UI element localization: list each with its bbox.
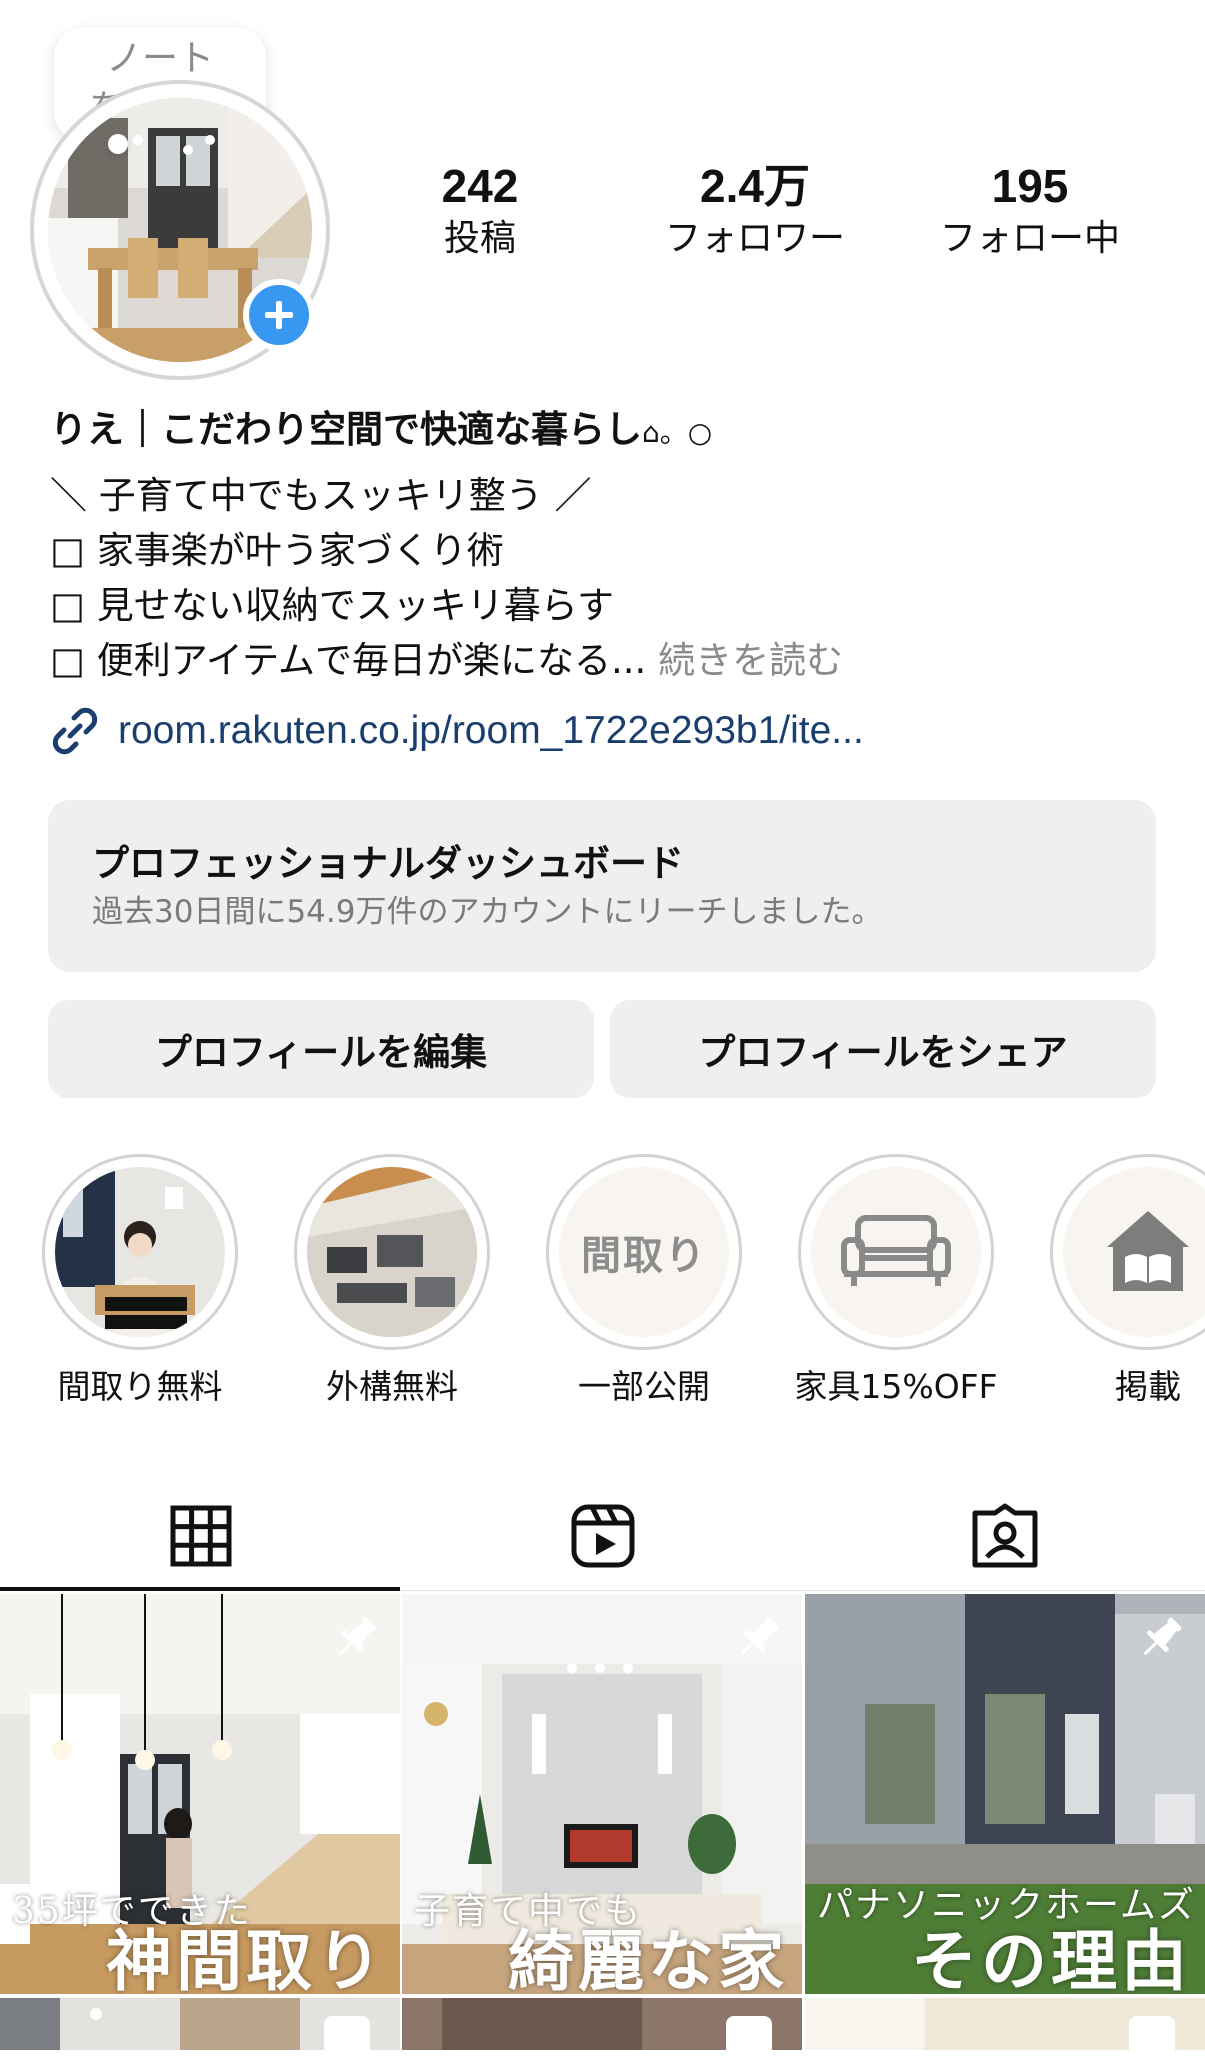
tab-reels[interactable]	[402, 1480, 804, 1592]
stat-followers-label: フォロワー	[664, 218, 845, 259]
post-image	[805, 1998, 1205, 2058]
link-icon	[52, 707, 98, 755]
post-tile-4[interactable]	[0, 1998, 400, 2058]
tab-posts-grid[interactable]	[0, 1480, 402, 1592]
highlight-ring	[42, 1154, 238, 1350]
highlight-ring	[294, 1154, 490, 1350]
pin-icon	[338, 1617, 377, 1656]
plus-icon	[265, 301, 293, 329]
highlight-furniture[interactable]: 家具15%OFF	[794, 1154, 998, 1406]
share-profile-button[interactable]: プロフィールをシェア	[610, 1000, 1156, 1098]
stat-followers-count: 2.4万	[700, 160, 810, 212]
post-caption-large: 綺麗な家	[508, 1922, 788, 1994]
profile-name-text: りえ｜こだわり空間で快適な暮らし	[50, 408, 642, 451]
highlight-ring	[1050, 1154, 1205, 1350]
post-caption-small: パナソニックホームズ	[817, 1885, 1196, 1926]
bio-line-4-text: □ 便利アイテムで毎日が楽になる...	[50, 639, 647, 682]
highlight-label: 一部公開	[578, 1367, 710, 1406]
highlight-featured[interactable]: 掲載	[1048, 1154, 1205, 1406]
dashboard-subtitle: 過去30日間に54.9万件のアカウントにリーチしました。	[92, 894, 883, 930]
post-tile-2[interactable]: 子育て中でも 綺麗な家	[402, 1594, 802, 1994]
pin-icon	[1143, 1617, 1182, 1656]
highlight-cover	[307, 1167, 477, 1337]
highlight-gaikou-free[interactable]: 外構無料	[292, 1154, 492, 1406]
post-image	[402, 1998, 802, 2058]
tagged-icon	[972, 1503, 1038, 1568]
edit-profile-button[interactable]: プロフィールを編集	[48, 1000, 594, 1098]
post-tile-3[interactable]: パナソニックホームズ その理由	[805, 1594, 1205, 1994]
stat-posts[interactable]: 242 投稿	[350, 160, 610, 264]
bio-line-3: □ 見せない収納でスッキリ暮らす	[50, 584, 614, 627]
highlight-ring: 間取り	[546, 1154, 742, 1350]
stat-following-label: フォロー中	[939, 218, 1120, 259]
bottom-edge	[0, 2050, 1205, 2072]
highlight-label: 家具15%OFF	[794, 1367, 998, 1406]
note-line-1: ノート	[105, 38, 214, 79]
stat-following-count: 195	[991, 160, 1069, 212]
post-caption-large: その理由	[911, 1922, 1191, 1994]
post-tile-6[interactable]	[805, 1998, 1205, 2058]
read-more-link[interactable]: 続きを読む	[658, 639, 843, 682]
tab-tagged[interactable]	[804, 1480, 1205, 1592]
highlight-cover	[55, 1167, 225, 1337]
stat-posts-label: 投稿	[443, 218, 516, 259]
highlight-madori-free[interactable]: 間取り無料	[40, 1154, 240, 1406]
highlight-cover	[811, 1167, 981, 1337]
dashboard-title: プロフェッショナルダッシュボード	[92, 842, 684, 885]
highlight-cover: 間取り	[559, 1167, 729, 1337]
profile-tabs	[0, 1480, 1205, 1592]
highlight-label: 外構無料	[326, 1367, 458, 1406]
bio-line-2: □ 家事楽が叶う家づくり術	[50, 529, 504, 572]
highlight-label: 掲載	[1115, 1367, 1181, 1406]
tab-active-indicator	[0, 1587, 400, 1591]
professional-dashboard[interactable]: プロフェッショナルダッシュボード 過去30日間に54.9万件のアカウントにリーチ…	[48, 800, 1156, 972]
highlight-partial[interactable]: 間取り 一部公開	[544, 1154, 744, 1406]
bio-line-1: ＼ 子育て中でもスッキリ整う ／	[50, 474, 592, 517]
note-tail-dot	[108, 134, 128, 154]
post-caption-large: 神間取り	[106, 1922, 386, 1994]
post-tile-1[interactable]: 35坪でできた 神間取り	[0, 1594, 400, 1994]
post-image	[0, 1998, 400, 2058]
grid-icon	[170, 1505, 232, 1567]
highlight-cover	[1063, 1167, 1205, 1337]
floorplan-text-icon: 間取り	[581, 1233, 707, 1279]
add-story-button[interactable]	[243, 279, 315, 351]
profile-name-suffix: ⌂。○	[642, 416, 713, 449]
pin-icon	[740, 1617, 779, 1656]
stat-posts-count: 242	[441, 160, 519, 212]
bio-link-text: room.rakuten.co.jp/room_1722e293b1/ite..…	[118, 709, 864, 752]
reels-icon	[571, 1504, 635, 1568]
profile-name: りえ｜こだわり空間で快適な暮らし⌂。○	[50, 404, 712, 459]
post-tile-5[interactable]	[402, 1998, 802, 2058]
sofa-icon	[841, 1215, 951, 1286]
stat-following[interactable]: 195 フォロー中	[900, 160, 1160, 264]
highlight-label: 間取り無料	[57, 1367, 223, 1406]
highlight-ring	[798, 1154, 994, 1350]
stat-followers[interactable]: 2.4万 フォロワー	[625, 160, 885, 264]
bio-link[interactable]: room.rakuten.co.jp/room_1722e293b1/ite..…	[48, 704, 864, 758]
book-house-icon	[1107, 1211, 1189, 1291]
bio-line-4: □ 便利アイテムで毎日が楽になる... 続きを読む	[50, 635, 843, 687]
